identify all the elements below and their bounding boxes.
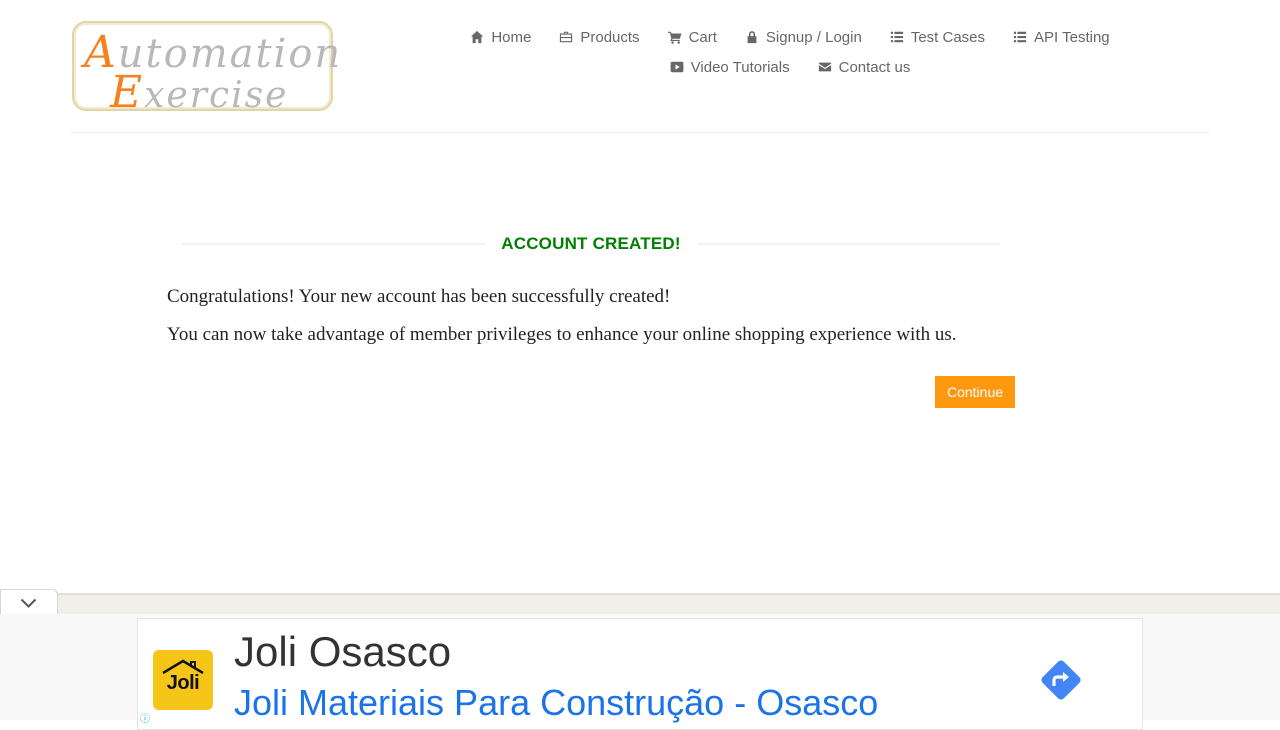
congrats-message: Congratulations! Your new account has be…	[167, 286, 671, 307]
header-divider	[70, 132, 1210, 133]
lock-icon	[747, 31, 757, 44]
nav-contact-us[interactable]: Contact us	[818, 58, 911, 76]
page-title: ACCOUNT CREATED!	[485, 234, 697, 254]
ad-collapse-tab[interactable]	[0, 589, 58, 617]
directions-icon[interactable]	[1036, 655, 1086, 705]
ad-logo-text: Joli	[166, 672, 200, 694]
ad-strip	[0, 593, 1280, 615]
ad-headline[interactable]: Joli Osasco	[234, 628, 451, 676]
main-nav: Home Products Cart Signup / Login Test C…	[440, 28, 1140, 76]
nav-api-testing-label: API Testing	[1034, 28, 1110, 46]
nav-home-label: Home	[491, 28, 532, 46]
privileges-message: You can now take advantage of member pri…	[167, 324, 957, 345]
youtube-icon	[670, 61, 684, 73]
nav-signup-login[interactable]: Signup / Login	[745, 28, 862, 46]
nav-cart-label: Cart	[688, 28, 717, 46]
home-icon	[471, 30, 484, 44]
list-icon	[1013, 31, 1027, 43]
cart-icon	[667, 31, 682, 44]
nav-products[interactable]: Products	[559, 28, 640, 46]
chevron-down-icon	[20, 598, 37, 608]
nav-video-tutorials[interactable]: Video Tutorials	[670, 58, 790, 76]
list-icon	[890, 31, 903, 43]
logo-line-2: Exercise	[110, 67, 289, 118]
nav-api-testing[interactable]: API Testing	[1013, 28, 1110, 46]
briefcase-icon	[560, 31, 573, 43]
nav-video-tutorials-label: Video Tutorials	[690, 58, 790, 76]
nav-contact-us-label: Contact us	[838, 58, 911, 76]
nav-cart[interactable]: Cart	[667, 28, 717, 46]
nav-test-cases-label: Test Cases	[910, 28, 986, 46]
ad-subtitle-link[interactable]: Joli Materiais Para Construção - Osasco	[234, 682, 878, 724]
nav-products-label: Products	[580, 28, 640, 46]
envelope-icon	[818, 62, 831, 72]
site-logo[interactable]: Automation Exercise	[72, 21, 340, 118]
continue-button[interactable]: Continue	[935, 376, 1015, 408]
ad-brand-logo[interactable]: Joli	[153, 650, 213, 710]
nav-signup-login-label: Signup / Login	[765, 28, 862, 46]
title-section: ACCOUNT CREATED!	[182, 232, 1000, 256]
ad-strip-border	[56, 593, 1280, 595]
nav-test-cases[interactable]: Test Cases	[890, 28, 985, 46]
info-icon[interactable]: ⓘ	[140, 710, 150, 725]
nav-home[interactable]: Home	[470, 28, 531, 46]
